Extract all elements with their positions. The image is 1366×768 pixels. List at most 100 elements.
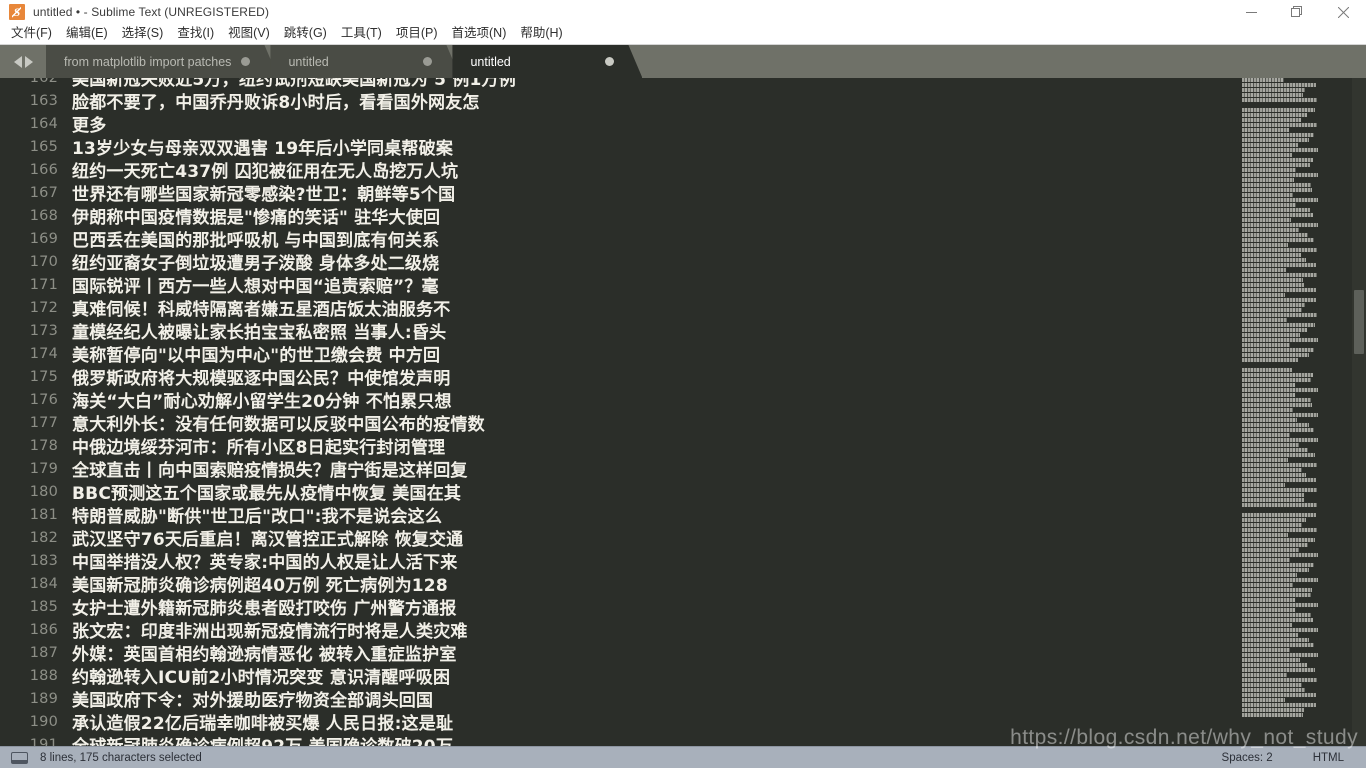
tab-untitled-1[interactable]: untitled <box>270 45 460 78</box>
code-line[interactable]: 165 13岁少女与母亲双双遇害 19年后小学同桌帮破案 <box>0 135 1242 160</box>
minimap-row <box>1242 458 1288 462</box>
minimap-row <box>1242 223 1318 227</box>
line-number: 174 <box>29 345 58 362</box>
minimize-button[interactable] <box>1228 0 1274 24</box>
line-text: 世界还有哪些国家新冠零感染?世卫：朝鲜等5个国 <box>72 185 456 205</box>
minimap-row <box>1242 368 1292 372</box>
code-line[interactable]: 166 纽约一天死亡437例 囚犯被征用在无人岛挖万人坑 <box>0 158 1242 183</box>
code-line[interactable]: 177 意大利外长：没有任何数据可以反驳中国公布的疫情数 <box>0 411 1242 436</box>
line-number: 191 <box>29 736 58 747</box>
code-line[interactable]: 171 国际锐评丨西方一些人想对中国“追责索赔”？毫 <box>0 273 1242 298</box>
minimap-row <box>1242 123 1317 127</box>
code-line[interactable]: 173 童模经纪人被曝让家长拍宝宝私密照 当事人:昏头 <box>0 319 1242 344</box>
code-line[interactable]: 187 外媒：英国首相约翰逊病情恶化 被转入重症监护室 <box>0 641 1242 666</box>
code-line[interactable]: 189 美国政府下令：对外援助医疗物资全部调头回国 <box>0 687 1242 712</box>
tab-matplotlib[interactable]: from matplotlib import patches <box>46 45 278 78</box>
code-line[interactable]: 174 美称暂停向"以中国为中心"的世卫缴会费 中方回 <box>0 342 1242 367</box>
tab-modified-dot-icon[interactable] <box>605 57 614 66</box>
menu-file[interactable]: 文件(F) <box>4 24 59 44</box>
minimap-row <box>1242 253 1301 257</box>
tab-modified-dot-icon[interactable] <box>241 57 250 66</box>
code-line[interactable]: 183 中国举措没人权？英专家:中国的人权是让人活下来 <box>0 549 1242 574</box>
code-line[interactable]: 167 世界还有哪些国家新冠零感染?世卫：朝鲜等5个国 <box>0 181 1242 206</box>
code-line[interactable]: 176 海关“大白”耐心劝解小留学生20分钟 不怕累只想 <box>0 388 1242 413</box>
minimap-row <box>1242 183 1311 187</box>
minimap-row <box>1242 198 1318 202</box>
indentation-setting[interactable]: Spaces: 2 <box>1222 752 1273 764</box>
vertical-scrollbar-thumb[interactable] <box>1354 290 1364 354</box>
menu-edit[interactable]: 编辑(E) <box>59 24 115 44</box>
tab-untitled-2-active[interactable]: untitled <box>452 45 642 78</box>
code-line[interactable]: 163 脸都不要了，中国乔丹败诉8小时后，看看国外网友怎 <box>0 89 1242 114</box>
minimap-row <box>1242 618 1313 622</box>
code-line[interactable]: 175 俄罗斯政府将大规模驱逐中国公民？中使馆发声明 <box>0 365 1242 390</box>
menu-goto[interactable]: 跳转(G) <box>277 24 334 44</box>
minimap-row <box>1242 513 1316 517</box>
line-text: 特朗普威胁"断供"世卫后"改口":我不是说会这么 <box>72 507 443 527</box>
line-number: 184 <box>29 575 58 592</box>
line-number: 172 <box>29 299 58 316</box>
minimap-row <box>1242 293 1285 297</box>
menu-view[interactable]: 视图(V) <box>221 24 277 44</box>
syntax-setting[interactable]: HTML <box>1313 752 1344 764</box>
code-line[interactable]: 168 伊朗称中国疫情数据是"惨痛的笑话" 驻华大使回 <box>0 204 1242 229</box>
menu-selection[interactable]: 选择(S) <box>115 24 171 44</box>
vertical-scrollbar[interactable] <box>1352 78 1366 746</box>
minimap-row <box>1242 393 1295 397</box>
code-line[interactable]: 172 真难伺候！科威特隔离者嫌五星酒店饭太油服务不 <box>0 296 1242 321</box>
tab-scroll-left-icon[interactable] <box>13 55 22 68</box>
minimap-row <box>1242 158 1313 162</box>
code-line[interactable]: 179 全球直击丨向中国索赔疫情损失？唐宁街是这样回复 <box>0 457 1242 482</box>
console-toggle-icon[interactable] <box>11 751 28 764</box>
code-line[interactable]: 169 巴西丢在美国的那批呼吸机 与中国到底有何关系 <box>0 227 1242 252</box>
menu-help[interactable]: 帮助(H) <box>513 24 569 44</box>
close-button[interactable] <box>1320 0 1366 24</box>
minimap-row <box>1242 583 1293 587</box>
minimap-row <box>1242 423 1309 427</box>
minimap[interactable] <box>1242 78 1352 746</box>
minimap-row <box>1242 283 1304 287</box>
menu-tools[interactable]: 工具(T) <box>334 24 389 44</box>
code-line[interactable]: 170 纽约亚裔女子倒垃圾遭男子泼酸 身体多处二级烧 <box>0 250 1242 275</box>
code-line[interactable]: 180 BBC预测这五个国家或最先从疫情中恢复 美国在其 <box>0 480 1242 505</box>
minimap-row <box>1242 488 1317 492</box>
minimap-row <box>1242 698 1285 702</box>
code-pane[interactable]: 162美国新冠失败近5万，纽约试剂短缺美国新冠为 5 例1万例163脸都不要了，… <box>0 78 1242 746</box>
code-line[interactable]: 191 全球新冠肺炎确诊病例超92万 美国确诊数破20万 <box>0 733 1242 747</box>
line-number: 163 <box>29 92 58 109</box>
menu-find[interactable]: 查找(I) <box>170 24 221 44</box>
minimap-row <box>1242 533 1288 537</box>
minimap-row <box>1242 448 1308 452</box>
tab-scroll-buttons[interactable] <box>0 45 46 78</box>
code-line[interactable]: 188 约翰逊转入ICU前2小时情况突变 意识清醒呼吸困 <box>0 664 1242 689</box>
minimap-row <box>1242 603 1318 607</box>
code-line[interactable]: 164 更多 <box>0 112 1242 137</box>
minimap-row <box>1242 358 1298 362</box>
code-line[interactable]: 184 美国新冠肺炎确诊病例超40万例 死亡病例为128 <box>0 572 1242 597</box>
code-line[interactable]: 185 女护士遭外籍新冠肺炎患者殴打咬伤 广州警方通报 <box>0 595 1242 620</box>
line-number: 187 <box>29 644 58 661</box>
restore-button[interactable] <box>1274 0 1320 24</box>
minimap-row <box>1242 263 1316 267</box>
minimap-row <box>1242 473 1306 477</box>
line-number: 189 <box>29 690 58 707</box>
tab-modified-dot-icon[interactable] <box>423 57 432 66</box>
tab-label: from matplotlib import patches <box>64 54 232 69</box>
line-text: 伊朗称中国疫情数据是"惨痛的笑话" 驻华大使回 <box>72 208 441 228</box>
minimap-row <box>1242 593 1311 597</box>
code-line[interactable]: 178 中俄边境绥芬河市：所有小区8日起实行封闭管理 <box>0 434 1242 459</box>
minimap-row <box>1242 493 1304 497</box>
code-line[interactable]: 186 张文宏：印度非洲出现新冠疫情流行时将是人类灾难 <box>0 618 1242 643</box>
selection-status: 8 lines, 175 characters selected <box>40 751 202 764</box>
line-number: 178 <box>29 437 58 454</box>
menu-preferences[interactable]: 首选项(N) <box>445 24 514 44</box>
minimap-row <box>1242 573 1297 577</box>
code-line[interactable]: 190 承认造假22亿后瑞幸咖啡被买爆 人民日报:这是耻 <box>0 710 1242 735</box>
menu-project[interactable]: 项目(P) <box>389 24 445 44</box>
code-line[interactable]: 181 特朗普威胁"断供"世卫后"改口":我不是说会这么 <box>0 503 1242 528</box>
minimap-row <box>1242 148 1318 152</box>
minimap-row <box>1242 668 1315 672</box>
minimap-row <box>1242 343 1290 347</box>
code-line[interactable]: 182 武汉坚守76天后重启！离汉管控正式解除 恢复交通 <box>0 526 1242 551</box>
tab-scroll-right-icon[interactable] <box>24 55 33 68</box>
